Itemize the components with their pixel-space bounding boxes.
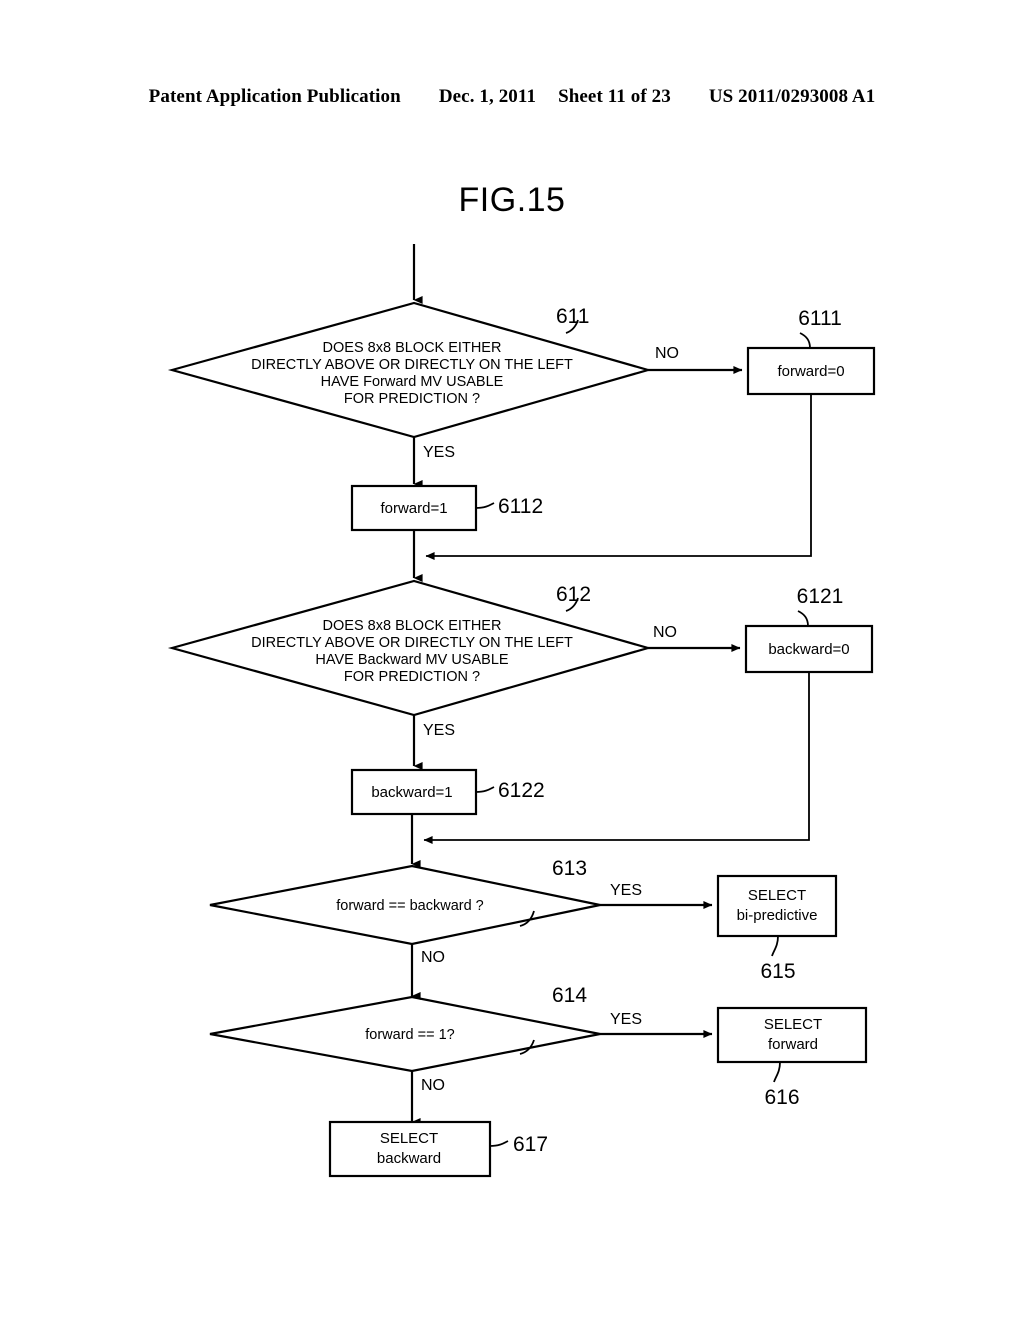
edge-6111-return [425, 394, 812, 560]
box-615-line1: SELECT [748, 887, 806, 904]
box-6111-label: forward=0 [777, 363, 844, 380]
ref-6121-label: 6121 [797, 585, 844, 608]
ref-616-label: 616 [764, 1086, 799, 1109]
ref-611-label: 611 [556, 305, 589, 328]
ref-615-leader [771, 935, 779, 957]
edge-6121-return [423, 672, 810, 844]
edge-label-613-no: NO [421, 949, 445, 966]
edge-label-614-yes: YES [610, 1011, 642, 1028]
box-615-shape [716, 874, 838, 938]
flowchart-diagram: DOES 8x8 BLOCK EITHER DIRECTLY ABOVE OR … [167, 244, 876, 1178]
ref-614-label: 614 [552, 984, 587, 1007]
ref-613-label: 613 [552, 857, 587, 880]
edge-label-612-yes: YES [423, 722, 455, 739]
decision-611-line4: FOR PREDICTION ? [344, 391, 480, 407]
ref-617-label: 617 [513, 1133, 548, 1156]
box-617-line2: backward [377, 1150, 441, 1167]
box-6122-label: backward=1 [371, 784, 452, 801]
ref-6121-leader [797, 610, 809, 627]
edge-label-612-no: NO [653, 624, 677, 641]
decision-611-line3: HAVE Forward MV USABLE [321, 374, 504, 390]
box-616-line1: SELECT [764, 1016, 822, 1033]
decision-612-line2: DIRECTLY ABOVE OR DIRECTLY ON THE LEFT [251, 635, 573, 651]
ref-6112-label: 6112 [498, 495, 543, 518]
ref-615-label: 615 [760, 960, 795, 983]
edge-label-613-yes: YES [610, 882, 642, 899]
ref-6122-label: 6122 [498, 779, 545, 802]
ref-617-leader [489, 1140, 509, 1147]
edge-label-611-no: NO [655, 345, 679, 362]
ref-6111-leader [799, 332, 811, 349]
box-615-line2: bi-predictive [737, 907, 818, 924]
decision-612-line4: FOR PREDICTION ? [344, 669, 480, 685]
decision-612-line3: HAVE Backward MV USABLE [315, 652, 508, 668]
box-617-line1: SELECT [380, 1130, 438, 1147]
ref-6112-leader [475, 502, 495, 509]
decision-612-line1: DOES 8x8 BLOCK EITHER [323, 618, 502, 634]
decision-613-label: forward == backward ? [336, 898, 484, 914]
ref-616-leader [773, 1061, 781, 1083]
decision-611-line2: DIRECTLY ABOVE OR DIRECTLY ON THE LEFT [251, 357, 573, 373]
edge-label-614-no: NO [421, 1077, 445, 1094]
ref-6111-label: 6111 [798, 307, 842, 330]
box-6121-label: backward=0 [768, 641, 849, 658]
decision-614-label: forward == 1? [365, 1027, 454, 1043]
edge-label-611-yes: YES [423, 444, 455, 461]
ref-612-label: 612 [556, 583, 591, 606]
ref-6122-leader [475, 786, 495, 793]
box-6112-label: forward=1 [380, 500, 447, 517]
decision-611-line1: DOES 8x8 BLOCK EITHER [323, 340, 502, 356]
box-616-line2: forward [768, 1036, 818, 1053]
patent-page: Patent Application Publication Dec. 1, 2… [0, 0, 1024, 1320]
